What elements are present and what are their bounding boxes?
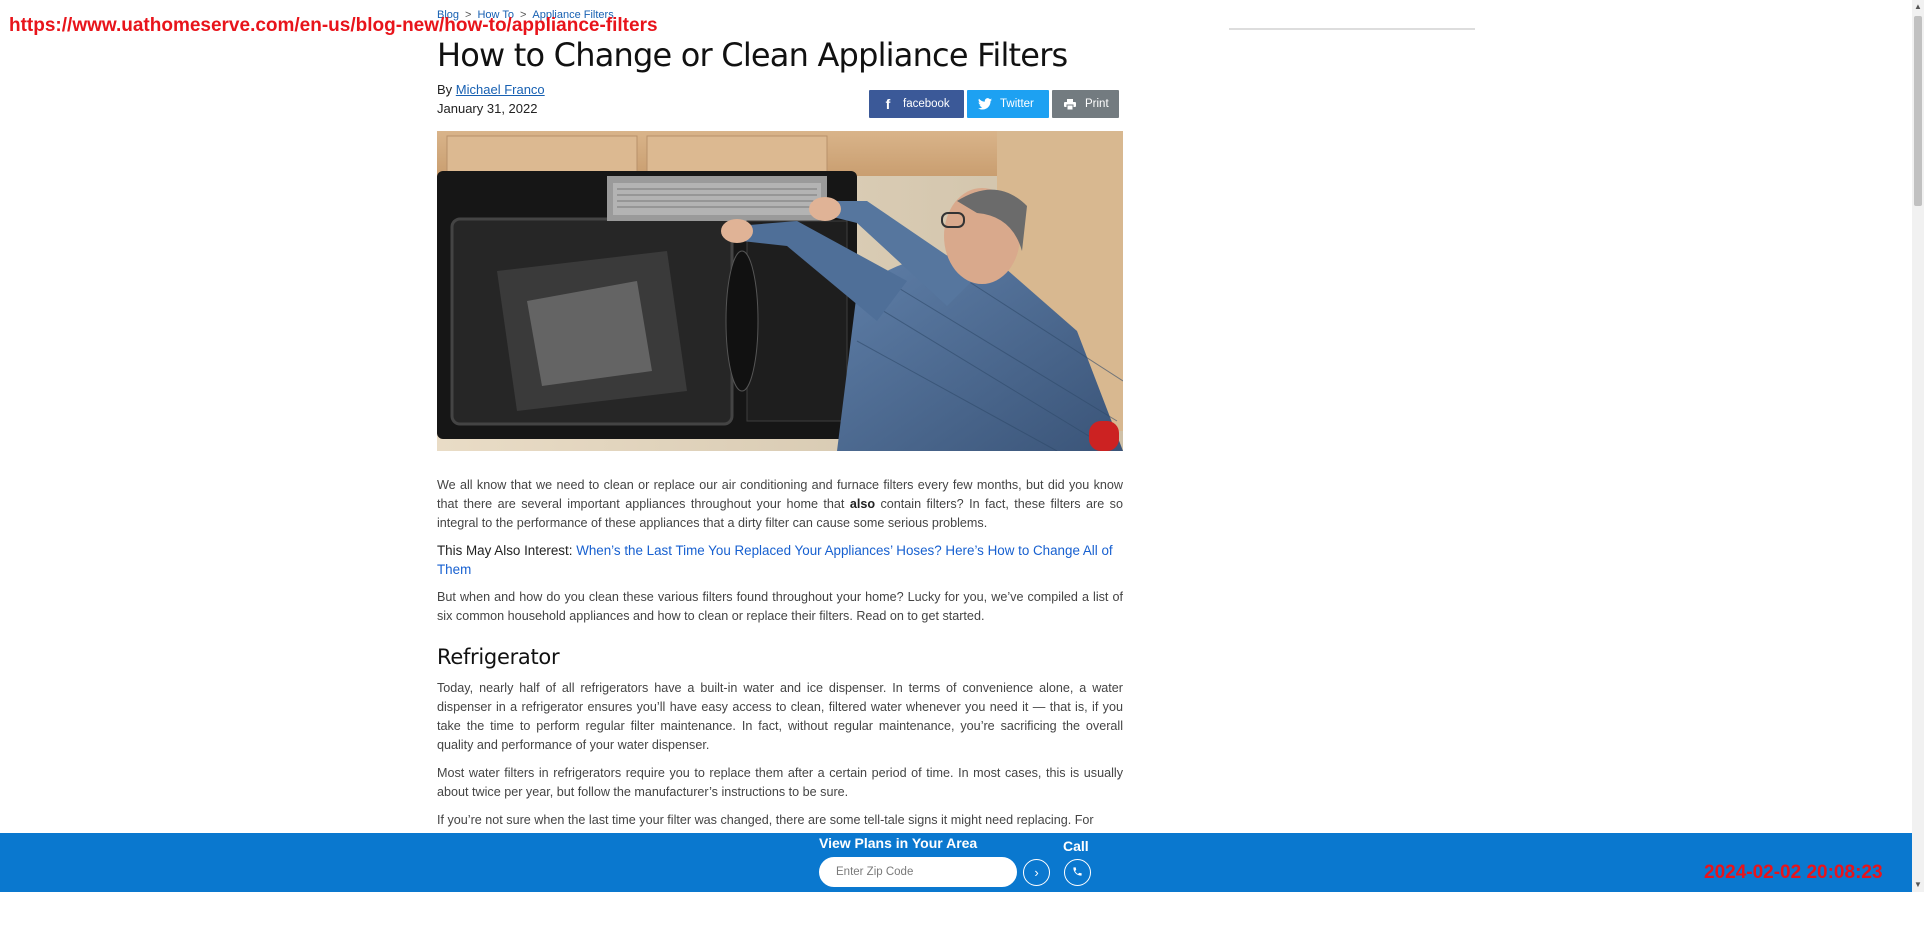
call-button[interactable] [1064,859,1091,886]
intro-paragraph-2: But when and how do you clean these vari… [437,590,1123,623]
scroll-down-arrow-icon[interactable]: ▼ [1912,878,1924,892]
twitter-share-button[interactable]: Twitter [967,90,1049,118]
call-label: Call [1063,838,1089,854]
timestamp-overlay: 2024-02-02 20:08:23 [1704,862,1883,883]
phone-icon [1072,865,1083,880]
scrollbar-thumb[interactable] [1914,16,1922,206]
scroll-up-arrow-icon[interactable]: ▲ [1912,0,1924,14]
byline-prefix: By [437,82,453,97]
vertical-scrollbar[interactable]: ▲ ▼ [1912,0,1924,892]
view-plans-title: View Plans in Your Area [819,835,978,851]
refrigerator-paragraph-1: Today, nearly half of all refrigerators … [437,681,1123,752]
print-label: Print [1085,98,1109,110]
also-interest: This May Also Interest: When’s the Last … [437,541,1123,579]
chevron-right-icon: › [1034,865,1039,880]
printer-icon [1059,98,1081,110]
print-button[interactable]: Print [1052,90,1119,118]
refrigerator-paragraph-2: Most water filters in refrigerators requ… [437,766,1123,799]
also-interest-label: This May Also Interest: [437,543,573,558]
intro-paragraph-1: We all know that we need to clean or rep… [437,476,1123,533]
twitter-bird-icon [974,98,996,110]
zip-submit-button[interactable]: › [1023,859,1050,886]
page-title: How to Change or Clean Appliance Filters [437,36,1068,74]
facebook-share-label: facebook [903,98,950,110]
url-overlay: https://www.uathomeserve.com/en-us/blog-… [9,15,658,36]
refrigerator-paragraph-3: If you’re not sure when the last time yo… [437,813,1094,827]
twitter-share-label: Twitter [1000,98,1034,110]
hero-image [437,131,1123,451]
sidebar-divider [1229,28,1475,30]
publish-date: January 31, 2022 [437,101,538,116]
intro-emphasis: also [849,497,876,511]
browser-viewport: Blog > How To > Appliance Filters How to Cha… [0,0,1912,892]
facebook-share-button[interactable]: f facebook [869,90,964,118]
author-link[interactable]: Michael Franco [456,82,545,97]
zip-code-input[interactable] [819,857,1017,887]
facebook-f-icon: f [885,96,891,112]
section-heading-refrigerator: Refrigerator [437,645,560,669]
byline: By Michael Franco [437,82,545,97]
